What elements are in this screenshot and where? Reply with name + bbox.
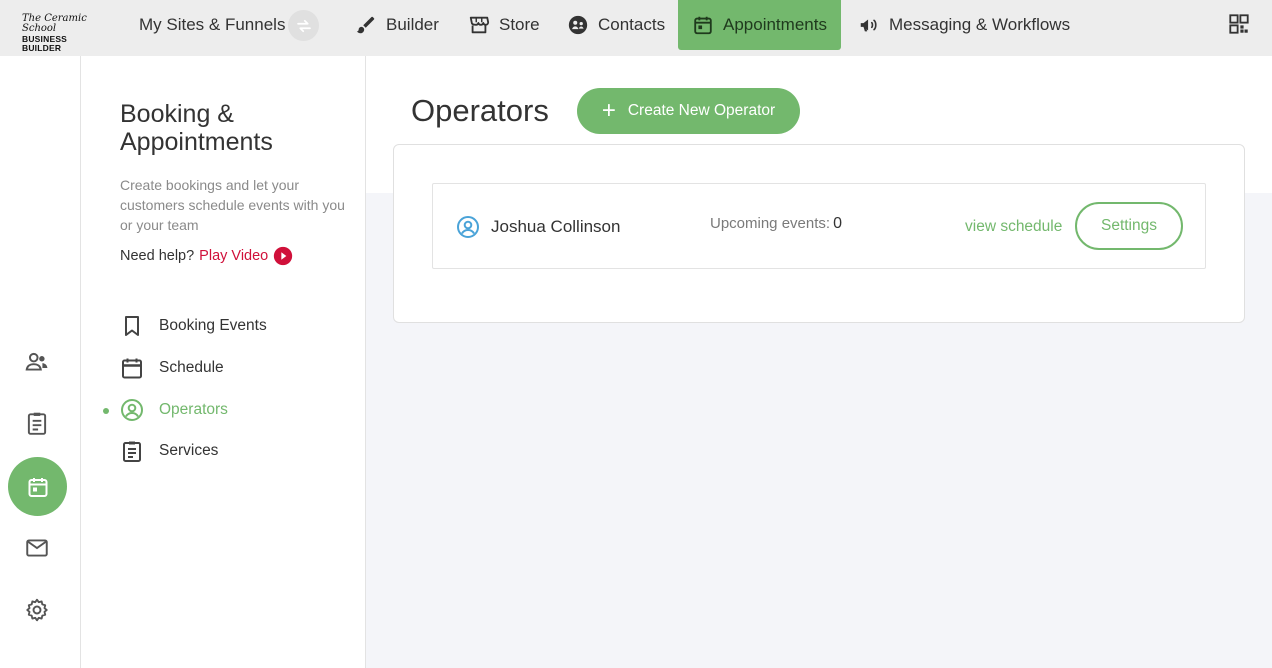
storefront-icon bbox=[469, 16, 490, 34]
upcoming-events-label: Upcoming events: bbox=[710, 215, 831, 232]
page-title: Operators bbox=[411, 93, 549, 128]
user-circle-icon bbox=[121, 399, 143, 421]
top-navigation-bar: The Ceramic School BUSINESS BUILDER My S… bbox=[0, 0, 1272, 56]
sidebar-item-operators[interactable]: Operators bbox=[120, 397, 228, 423]
icon-rail bbox=[0, 56, 81, 668]
calendar-icon bbox=[694, 16, 712, 35]
sidebar-description: Create bookings and let your customers s… bbox=[120, 177, 345, 233]
nav-builder[interactable]: Builder bbox=[355, 0, 439, 50]
play-video-link[interactable]: Play Video bbox=[199, 248, 268, 264]
active-indicator-dot bbox=[103, 408, 109, 414]
view-schedule-link[interactable]: view schedule bbox=[965, 218, 1062, 236]
upcoming-events: Upcoming events: 0 bbox=[710, 215, 842, 233]
operator-settings-button[interactable]: Settings bbox=[1075, 202, 1183, 250]
brand-logo[interactable]: The Ceramic School BUSINESS BUILDER bbox=[22, 13, 102, 52]
people-icon[interactable] bbox=[24, 349, 50, 375]
calendar-icon bbox=[28, 477, 47, 497]
sidebar-item-booking-events[interactable]: Booking Events bbox=[120, 313, 267, 339]
nav-my-sites-label: My Sites & Funnels bbox=[139, 15, 286, 34]
clipboard-icon[interactable] bbox=[24, 410, 50, 436]
sidebar-item-schedule[interactable]: Schedule bbox=[120, 355, 224, 381]
help-row: Need help? Play Video bbox=[120, 246, 293, 266]
swap-arrows-icon bbox=[296, 19, 311, 32]
operator-name: Joshua Collinson bbox=[491, 217, 621, 236]
megaphone-icon bbox=[860, 19, 877, 32]
brand-logo-line1: The Ceramic School bbox=[22, 13, 87, 34]
switch-site-button[interactable] bbox=[288, 10, 319, 41]
nav-contacts[interactable]: Contacts bbox=[567, 0, 665, 50]
gear-icon[interactable] bbox=[24, 597, 50, 623]
help-label: Need help? bbox=[120, 248, 195, 264]
operator-row: Joshua Collinson Upcoming events: 0 view … bbox=[432, 183, 1206, 269]
apps-grid-icon[interactable] bbox=[1228, 13, 1250, 35]
plus-icon: + bbox=[601, 97, 616, 124]
sidebar-item-label: Operators bbox=[159, 401, 228, 418]
create-new-operator-button[interactable]: + Create New Operator bbox=[577, 88, 800, 134]
clipboard-icon bbox=[123, 441, 141, 462]
sidebar-item-label: Booking Events bbox=[159, 317, 267, 334]
sidebar-item-label: Services bbox=[159, 442, 219, 459]
calendar-icon bbox=[122, 358, 142, 379]
sidebar-item-label: Schedule bbox=[159, 359, 224, 376]
nav-messaging-label: Messaging & Workflows bbox=[889, 15, 1071, 34]
contacts-icon bbox=[568, 15, 588, 35]
sidebar-title: Booking & Appointments bbox=[120, 100, 273, 156]
nav-contacts-label: Contacts bbox=[598, 15, 666, 34]
nav-messaging-workflows[interactable]: Messaging & Workflows bbox=[858, 0, 1070, 50]
nav-store[interactable]: Store bbox=[468, 0, 540, 50]
nav-builder-label: Builder bbox=[386, 15, 439, 34]
play-circle-icon[interactable] bbox=[273, 246, 293, 266]
mail-icon[interactable] bbox=[24, 535, 50, 561]
user-circle-icon bbox=[457, 216, 479, 238]
create-button-label: Create New Operator bbox=[627, 102, 776, 119]
nav-store-label: Store bbox=[499, 15, 540, 34]
booking-sidebar: Booking & Appointments Create bookings a… bbox=[81, 56, 366, 668]
nav-appointments-label: Appointments bbox=[723, 15, 827, 34]
operators-card: Joshua Collinson Upcoming events: 0 view … bbox=[393, 144, 1245, 323]
upcoming-events-count: 0 bbox=[833, 215, 842, 232]
nav-my-sites-funnels[interactable]: My Sites & Funnels bbox=[139, 0, 285, 50]
bookmark-icon bbox=[125, 316, 139, 336]
sidebar-item-services[interactable]: Services bbox=[120, 438, 218, 464]
brand-logo-line2: BUSINESS BUILDER bbox=[22, 34, 68, 53]
rail-appointments-active[interactable] bbox=[8, 457, 67, 516]
brush-icon bbox=[356, 16, 375, 34]
nav-appointments[interactable]: Appointments bbox=[678, 0, 841, 50]
